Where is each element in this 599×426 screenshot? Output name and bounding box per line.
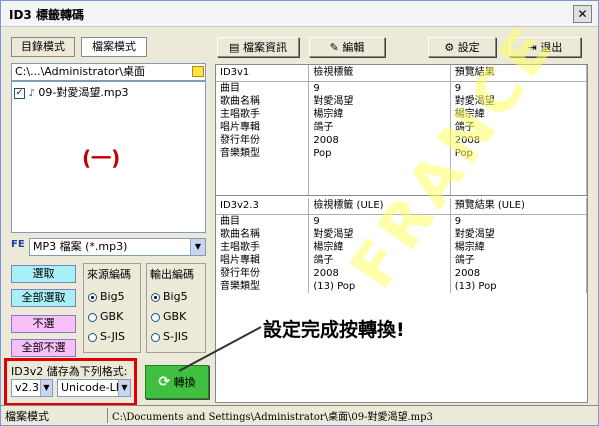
- title-bar: ID3 標籤轉碼 ✕: [1, 1, 598, 27]
- file-name: 09-對愛渴望.mp3: [38, 86, 129, 99]
- deselect-button[interactable]: 不選: [11, 315, 76, 333]
- status-path: C:\Documents and Settings\Administrator\…: [107, 408, 433, 423]
- column-header: ID3v2.3: [216, 198, 310, 215]
- chevron-down-icon[interactable]: ▼: [190, 239, 205, 255]
- edit-button[interactable]: ✎ 編輯: [309, 37, 385, 57]
- table-row[interactable]: 發行年份 2008 2008: [216, 134, 588, 147]
- table-row[interactable]: 唱片專輯 鴿子 鴿子: [216, 254, 588, 267]
- filter-icon: FE: [11, 239, 25, 250]
- source-encoding-label: 來源編碼: [87, 268, 131, 281]
- file-info-button[interactable]: ▤ 檔案資訊: [217, 37, 299, 57]
- annotation-label: (一): [82, 146, 121, 170]
- table-row[interactable]: 音樂類型 Pop Pop: [216, 147, 588, 160]
- save-format-label: ID3v2 儲存為下列格式:: [11, 365, 128, 378]
- column-header: 檢視標籤: [308, 65, 451, 82]
- table-row[interactable]: 曲目 9 9: [216, 214, 588, 228]
- chevron-down-icon[interactable]: ▼: [40, 380, 52, 396]
- folder-icon[interactable]: [192, 66, 204, 77]
- source-encoding-group: 來源編碼 Big5 GBK S-JIS: [83, 263, 141, 353]
- file-info-icon: ▤: [229, 41, 240, 54]
- path-value: C:\...\Administrator\桌面: [15, 65, 145, 78]
- encoding-select[interactable]: Unicode-LE ▼: [57, 379, 131, 397]
- refresh-icon: ⟳: [158, 374, 171, 390]
- source-radio-gbk[interactable]: GBK: [88, 310, 123, 323]
- exit-button[interactable]: ⇥ 退出: [509, 37, 581, 57]
- table-row[interactable]: 主唱歌手 楊宗緯 楊宗緯: [216, 108, 588, 121]
- source-radio-sjis[interactable]: S-JIS: [88, 330, 125, 343]
- table-row[interactable]: 歌曲名稱 對愛渴望 對愛渴望: [216, 95, 588, 108]
- checkbox[interactable]: ✓: [14, 87, 25, 99]
- id3v2-table: ID3v2.3 檢視標籤 (ULE) 預覽結果 (ULE) 曲目 9 9 歌曲名稱對…: [216, 198, 588, 293]
- column-header: 預覽結果 (ULE): [450, 198, 588, 215]
- filter-value: MP3 檔案 (*.mp3): [33, 240, 128, 253]
- column-header: ID3v1: [216, 65, 310, 82]
- window-title: ID3 標籤轉碼: [9, 8, 84, 22]
- app-window: ID3 標籤轉碼 ✕ 目錄模式 檔案模式 C:\...\Administrato…: [0, 0, 599, 426]
- status-bar: 檔案模式 C:\Documents and Settings\Administr…: [1, 405, 598, 425]
- output-encoding-label: 輸出編碼: [150, 268, 194, 281]
- select-button[interactable]: 選取: [11, 265, 76, 283]
- callout-text: 設定完成按轉換!: [263, 319, 405, 341]
- edit-icon: ✎: [329, 41, 339, 54]
- column-header: 檢視標籤 (ULE): [308, 198, 451, 215]
- table-row[interactable]: 曲目 9 9: [216, 81, 588, 95]
- filter-select[interactable]: MP3 檔案 (*.mp3) ▼: [29, 238, 206, 256]
- output-radio-big5[interactable]: Big5: [151, 290, 188, 303]
- chevron-down-icon[interactable]: ▼: [118, 380, 130, 396]
- version-value: v2.3: [15, 381, 40, 394]
- table-row[interactable]: 歌曲名稱 對愛渴望 對愛渴望: [216, 228, 588, 241]
- encoding-value: Unicode-LE: [61, 381, 123, 394]
- close-button[interactable]: ✕: [573, 5, 592, 23]
- column-header: 預覽結果: [450, 65, 588, 82]
- settings-icon: ⚙: [444, 41, 455, 54]
- table-row[interactable]: 音樂類型 (13) Pop (13) Pop: [216, 280, 588, 293]
- list-item[interactable]: ✓ ♪ 09-對愛渴望.mp3: [14, 84, 202, 100]
- source-radio-big5[interactable]: Big5: [88, 290, 125, 303]
- table-row[interactable]: 唱片專輯 鴿子 鴿子: [216, 121, 588, 134]
- table-row[interactable]: 發行年份 2008 2008: [216, 267, 588, 280]
- settings-button[interactable]: ⚙ 設定: [428, 37, 496, 57]
- status-mode: 檔案模式: [5, 410, 49, 423]
- version-select[interactable]: v2.3 ▼: [11, 379, 53, 397]
- table-row[interactable]: 主唱歌手 楊宗緯 楊宗緯: [216, 241, 588, 254]
- path-field[interactable]: C:\...\Administrator\桌面: [11, 63, 206, 81]
- id3v1-table: ID3v1 檢視標籤 預覽結果 曲目 9 9 歌曲名稱 對愛渴望 對愛渴望 主唱歌手 楊宗…: [216, 65, 588, 195]
- exit-icon: ⇥: [527, 41, 537, 54]
- callout-arrow: [178, 326, 262, 372]
- music-note-icon: ♪: [28, 88, 35, 99]
- tab-directory-mode[interactable]: 目錄模式: [11, 37, 75, 57]
- deselect-all-button[interactable]: 全部不選: [11, 339, 76, 357]
- tab-file-mode[interactable]: 檔案模式: [81, 37, 147, 57]
- select-all-button[interactable]: 全部選取: [11, 289, 76, 307]
- file-list[interactable]: ✓ ♪ 09-對愛渴望.mp3 (一): [11, 81, 206, 233]
